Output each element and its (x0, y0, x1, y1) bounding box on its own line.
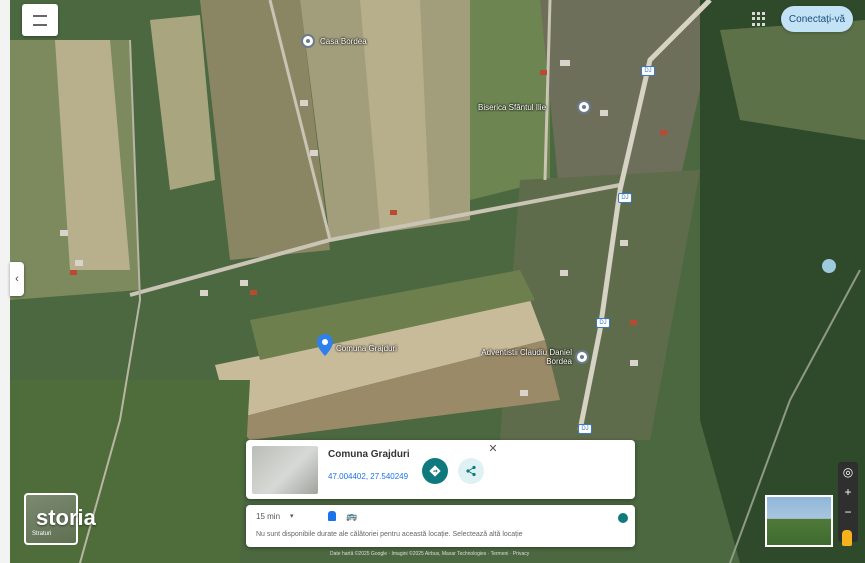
place-label[interactable]: Adventistii Claudiu Daniel Bordea (462, 348, 572, 366)
share-button[interactable] (458, 458, 484, 484)
place-label[interactable]: Casa Bordea (320, 37, 367, 46)
layers-label: Straturi (32, 531, 52, 537)
walking-icon[interactable] (328, 511, 336, 521)
place-pin-icon[interactable] (301, 34, 315, 48)
place-coordinates[interactable]: 47.004402, 27.540249 (328, 472, 408, 481)
place-label[interactable]: Comuna Grajduri (336, 344, 397, 353)
church-pin-icon[interactable] (577, 100, 591, 114)
place-card: Comuna Grajduri 47.004402, 27.540249 ✕ (246, 440, 635, 499)
zoom-out-button[interactable]: − (838, 502, 858, 522)
transit-icon[interactable]: 🚌 (346, 511, 357, 522)
menu-button[interactable] (22, 4, 58, 36)
street-view-thumbnail[interactable] (765, 495, 833, 547)
storia-watermark: storia (36, 505, 96, 530)
directions-icon (429, 465, 441, 477)
signin-button[interactable]: Conectați-vă (781, 6, 853, 32)
place-label[interactable]: Biserica Sfântul Ilie (478, 103, 546, 112)
road-shield-icon: DJ (596, 318, 610, 328)
travel-toggle[interactable] (618, 513, 628, 523)
travel-time-select[interactable]: 15 min (256, 512, 280, 521)
menu-icon (33, 14, 47, 26)
map-footer: Date hartă ©2025 Google · Imagini ©2025 … (330, 551, 530, 557)
road-shield-icon: DJ (618, 193, 632, 203)
map-marker-icon[interactable] (822, 259, 836, 273)
road-shield-icon: DJ (578, 424, 592, 434)
travel-note: Nu sunt disponibile durate ale călătorie… (256, 531, 523, 538)
pegman-icon[interactable] (842, 530, 852, 546)
share-icon (466, 465, 476, 477)
zoom-in-button[interactable]: + (838, 482, 858, 502)
chevron-down-icon[interactable]: ▾ (290, 512, 294, 520)
left-edge-panel (0, 0, 10, 563)
road-shield-icon: DJ (641, 66, 655, 76)
place-title[interactable]: Comuna Grajduri (328, 449, 410, 460)
place-pin-icon[interactable] (575, 350, 589, 364)
travel-time-panel: 15 min ▾ 🚌 Nu sunt disponibile durate al… (246, 505, 635, 547)
place-thumbnail[interactable] (252, 446, 318, 494)
directions-button[interactable] (422, 458, 448, 484)
apps-grid-icon[interactable] (752, 12, 766, 26)
close-icon[interactable]: ✕ (487, 443, 499, 455)
collapse-panel-button[interactable]: ‹ (10, 262, 24, 296)
selected-location-pin-icon[interactable] (317, 334, 333, 356)
my-location-icon[interactable]: ◎ (838, 462, 858, 482)
chevron-left-icon: ‹ (15, 273, 19, 285)
